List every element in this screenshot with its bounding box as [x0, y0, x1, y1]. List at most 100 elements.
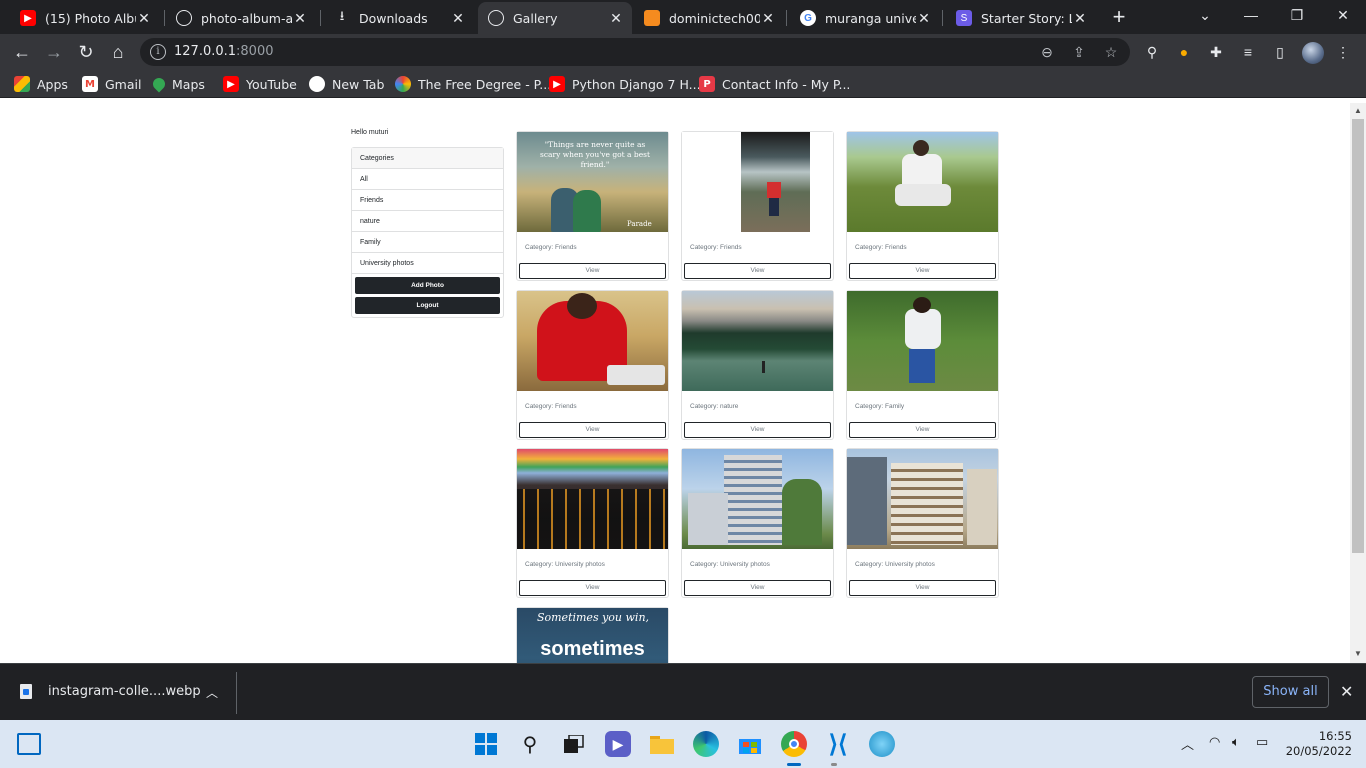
bookmark-maps[interactable]: Maps [150, 75, 205, 93]
download-file-name: instagram-colle....webp [48, 684, 201, 699]
close-tab-icon[interactable]: ✕ [450, 10, 466, 27]
photo-image[interactable] [517, 449, 668, 549]
photo-image[interactable] [682, 291, 833, 391]
wifi-icon[interactable]: ◠ [1209, 734, 1220, 750]
forward-icon[interactable]: → [41, 39, 67, 65]
tab-dominictech[interactable]: dominictech001 ✕ [634, 4, 784, 32]
close-tab-icon[interactable]: ✕ [608, 10, 624, 27]
bookmark-apps[interactable]: Apps [14, 75, 68, 93]
tab-youtube[interactable]: ▶ (15) Photo Album ✕ [10, 4, 160, 32]
view-button[interactable]: View [849, 580, 996, 596]
scroll-down-icon[interactable]: ▼ [1353, 649, 1363, 659]
profile-avatar[interactable] [1302, 42, 1324, 64]
home-icon[interactable]: ⌂ [105, 39, 131, 65]
side-panel-icon[interactable]: ▯ [1271, 43, 1289, 61]
category-family[interactable]: Family [352, 232, 503, 253]
scrollbar-thumb[interactable] [1352, 119, 1364, 553]
photo-image[interactable] [847, 449, 998, 549]
tab-starter-story[interactable]: S Starter Story: Lea ✕ [946, 4, 1096, 32]
tab-google-search[interactable]: G muranga universi ✕ [790, 4, 940, 32]
tab-downloads[interactable]: ⭳ Downloads ✕ [324, 4, 474, 32]
bookmark-python-django[interactable]: ▶ Python Django 7 H... [549, 75, 701, 93]
view-button[interactable]: View [684, 422, 831, 438]
extension-search-icon[interactable]: ⚲ [1143, 43, 1161, 61]
battery-icon[interactable]: ▭ [1256, 734, 1268, 750]
view-button[interactable]: View [849, 263, 996, 279]
photo-image[interactable]: Sometimes you win, sometimes [517, 608, 668, 663]
address-bar[interactable]: i 127.0.0.1:8000 ⊖ ⇪ ☆ [140, 38, 1130, 66]
close-icon[interactable]: ✕ [1340, 682, 1353, 702]
bookmark-new-tab[interactable]: New Tab [309, 75, 384, 93]
close-tab-icon[interactable]: ✕ [916, 10, 932, 27]
bookmark-free-degree[interactable]: The Free Degree - P... [395, 75, 551, 93]
download-item[interactable]: instagram-colle....webp [20, 684, 201, 699]
photo-image[interactable] [682, 132, 833, 232]
store-icon[interactable] [737, 731, 763, 757]
chevron-up-icon[interactable]: ︿ [206, 684, 218, 701]
restore-button[interactable]: ❐ [1274, 4, 1320, 28]
close-tab-icon[interactable]: ✕ [292, 10, 308, 27]
category-university-photos[interactable]: University photos [352, 253, 503, 274]
close-tab-icon[interactable]: ✕ [136, 10, 152, 27]
bookmark-contact-info[interactable]: P Contact Info - My P... [699, 75, 850, 93]
tab-search-icon[interactable]: ⌄ [1182, 4, 1228, 28]
puzzle-icon[interactable]: ✚ [1207, 43, 1225, 61]
view-button[interactable]: View [519, 580, 666, 596]
extension-emoji-icon[interactable]: ● [1175, 43, 1193, 61]
minimize-button[interactable]: — [1228, 4, 1274, 28]
teams-chat-icon[interactable]: ▶ [605, 731, 631, 757]
category-friends[interactable]: Friends [352, 190, 503, 211]
category-all[interactable]: All [352, 169, 503, 190]
photo-image[interactable] [847, 291, 998, 391]
start-icon[interactable] [473, 731, 499, 757]
add-photo-button[interactable]: Add Photo [355, 277, 500, 294]
download-bar: instagram-colle....webp ︿ Show all ✕ [0, 663, 1366, 720]
new-tab-button[interactable]: + [1106, 5, 1132, 31]
menu-kebab-icon[interactable]: ⋮ [1334, 43, 1352, 61]
photo-category: Category: Friends [525, 403, 577, 410]
photo-image[interactable] [682, 449, 833, 549]
vscode-icon[interactable]: ⟩⟨ [825, 731, 851, 758]
reload-icon[interactable]: ↻ [73, 39, 99, 65]
search-icon[interactable]: ⚲ [517, 731, 543, 757]
back-icon[interactable]: ← [9, 39, 35, 65]
share-icon[interactable]: ⇪ [1070, 43, 1088, 61]
zoom-icon[interactable]: ⊖ [1038, 43, 1056, 61]
bookmark-youtube[interactable]: ▶ YouTube [223, 75, 297, 93]
system-clock[interactable]: 16:55 20/05/2022 [1280, 729, 1352, 759]
photo-image[interactable] [847, 132, 998, 232]
app-icon[interactable] [869, 731, 895, 757]
show-all-button[interactable]: Show all [1252, 676, 1329, 708]
chevron-up-tray-icon[interactable]: ︿ [1181, 734, 1194, 753]
category-nature[interactable]: nature [352, 211, 503, 232]
view-button[interactable]: View [684, 580, 831, 596]
photo-image[interactable]: "Things are never quite as scary when yo… [517, 132, 668, 232]
tab-github[interactable]: photo-album-app ✕ [166, 4, 316, 32]
logout-button[interactable]: Logout [355, 297, 500, 314]
task-view-icon[interactable] [561, 731, 587, 757]
bookmark-gmail[interactable]: M Gmail [82, 75, 141, 93]
site-info-icon[interactable]: i [150, 44, 166, 60]
close-tab-icon[interactable]: ✕ [760, 10, 776, 27]
photo-watermark: Parade [627, 220, 652, 228]
view-button[interactable]: View [684, 263, 831, 279]
view-button[interactable]: View [519, 422, 666, 438]
chrome-icon[interactable] [781, 731, 807, 757]
volume-icon[interactable]: 🔈︎ [1232, 734, 1240, 750]
photo-image[interactable] [517, 291, 668, 391]
scroll-up-icon[interactable]: ▲ [1353, 106, 1363, 116]
download-icon: ⭳ [339, 8, 345, 23]
media-queue-icon[interactable]: ≡ [1239, 43, 1257, 61]
close-tab-icon[interactable]: ✕ [1072, 10, 1088, 27]
view-button[interactable]: View [519, 263, 666, 279]
close-window-button[interactable]: ✕ [1320, 4, 1366, 28]
url-text[interactable]: 127.0.0.1:8000 [174, 44, 274, 59]
file-explorer-icon[interactable] [649, 731, 675, 757]
tab-gallery[interactable]: Gallery ✕ [478, 2, 632, 34]
edge-icon[interactable] [693, 731, 719, 757]
bookmark-star-icon[interactable]: ☆ [1102, 43, 1120, 61]
photo-card: Category: University photos View [846, 448, 999, 598]
view-button[interactable]: View [849, 422, 996, 438]
page-scrollbar[interactable]: ▲ ▼ [1350, 103, 1366, 663]
widgets-icon[interactable] [17, 733, 41, 755]
